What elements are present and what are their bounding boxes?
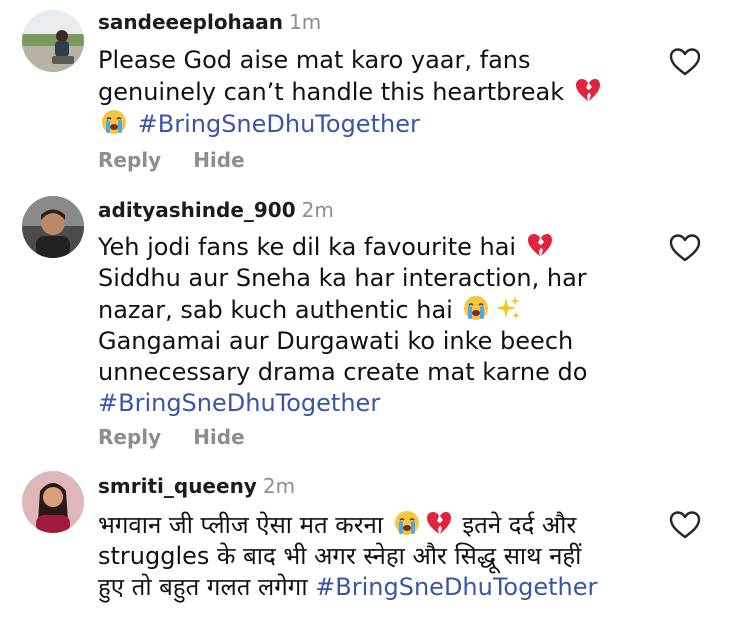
reply-button[interactable]: Reply [98,425,161,449]
hide-button[interactable]: Hide [193,148,244,172]
comment-actions: Reply Hide [98,148,245,172]
comment-header: adityashinde_900 2m [98,198,334,222]
loudly-crying-face-emoji [393,509,421,537]
comment-line: Siddhu aur Sneha ka har interaction, har [98,264,587,292]
timestamp: 2m [301,198,334,222]
comment-line-wrap: #BringSneDhuTogether [98,108,638,140]
comment-body: भगवान जी प्लीज ऐसा मत करना इतने दर्द और … [98,509,658,603]
comment-line-wrap: nazar, sab kuch authentic hai [98,294,638,326]
timestamp: 2m [262,474,296,498]
hashtag-link[interactable]: #BringSneDhuTogether [315,573,597,601]
username[interactable]: adityashinde_900 [98,198,296,222]
loudly-crying-face-emoji [100,108,128,136]
comment-line: struggles के बाद भी अगर स्नेहा और सिद्धू… [98,542,582,570]
avatar[interactable] [22,10,84,72]
comment-line: हुए तो बहुत गलत लगेगा [98,573,308,601]
avatar[interactable] [22,196,84,258]
username[interactable]: smriti_queeny [98,474,257,498]
heart-outline-icon[interactable] [668,509,702,541]
heart-outline-icon[interactable] [668,232,702,264]
comment-body: Please God aise mat karo yaar, fans genu… [98,45,638,140]
broken-heart-emoji [574,76,602,104]
comment-line-wrap: genuinely can’t handle this heartbreak [98,76,638,108]
comment-line: इतने दर्द और [462,511,577,539]
sparkles-emoji [494,294,522,322]
hashtag-link[interactable]: #BringSneDhuTogether [138,110,420,138]
avatar[interactable] [22,471,84,533]
comment-actions: Reply Hide [98,425,245,449]
comment-header: sandeeeplohaan 1m [98,10,321,34]
broken-heart-emoji [526,231,554,259]
loudly-crying-face-emoji [462,294,490,322]
comment-line: nazar, sab kuch authentic hai [98,296,453,324]
timestamp: 1m [289,10,322,34]
hashtag-link[interactable]: #BringSneDhuTogether [98,389,380,417]
comment-line: Please God aise mat karo yaar, fans [98,46,531,74]
comment-line: Gangamai aur Durgawati ko inke beech [98,327,574,355]
comment-item: sandeeeplohaan 1m Please God aise mat kar… [0,0,738,190]
heart-outline-icon[interactable] [668,46,702,78]
comment-line: genuinely can’t handle this heartbreak [98,78,565,106]
comment-line: Yeh jodi fans ke dil ka favourite hai [98,233,517,261]
reply-button[interactable]: Reply [98,148,161,172]
comment-line: भगवान जी प्लीज ऐसा मत करना [98,511,384,539]
broken-heart-emoji [425,509,453,537]
comment-item: smriti_queeny 2m भगवान जी प्लीज ऐसा मत कर… [0,465,738,625]
comment-body: Yeh jodi fans ke dil ka favourite hai Si… [98,231,638,419]
comment-line-wrap: भगवान जी प्लीज ऐसा मत करना इतने दर्द और [98,509,658,541]
comment-item: adityashinde_900 2m Yeh jodi fans ke dil … [0,190,738,465]
comment-header: smriti_queeny 2m [98,474,295,498]
comment-line-wrap: #BringSneDhuTogether [98,388,638,419]
username[interactable]: sandeeeplohaan [98,10,283,34]
hide-button[interactable]: Hide [193,425,244,449]
comment-line-wrap: हुए तो बहुत गलत लगेगा #BringSneDhuTogeth… [98,572,658,603]
comment-line-wrap: Yeh jodi fans ke dil ka favourite hai [98,231,638,263]
comment-line: unnecessary drama create mat karne do [98,358,588,386]
